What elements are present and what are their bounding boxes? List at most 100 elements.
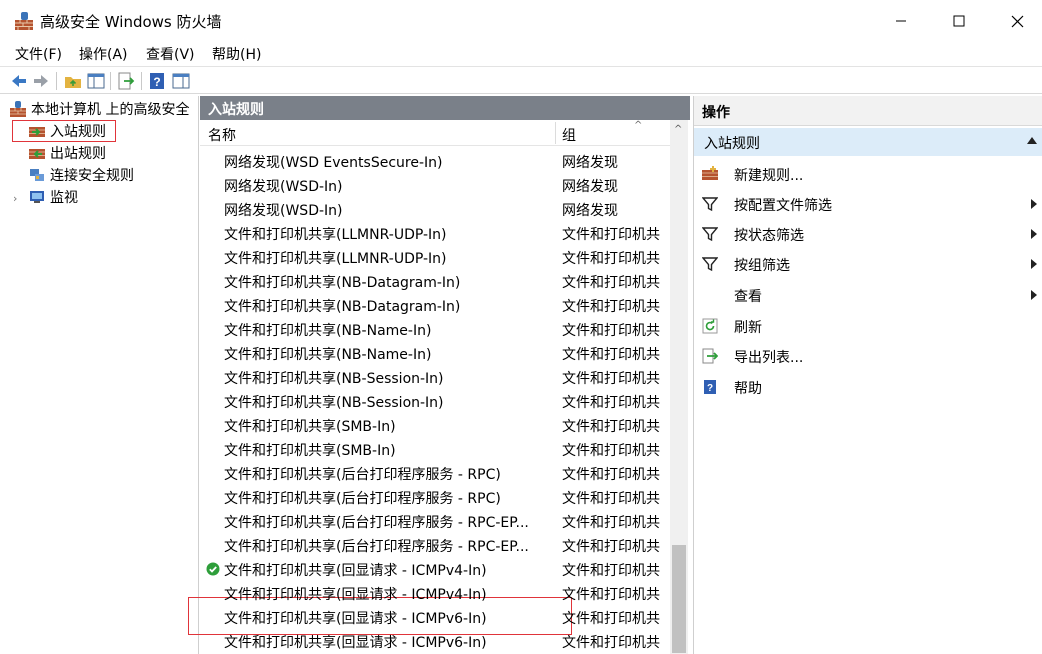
minimize-button[interactable] <box>872 0 930 42</box>
connection-security-icon <box>30 169 44 181</box>
action-item[interactable]: ? 帮助 <box>694 372 1042 402</box>
scrollbar-thumb[interactable] <box>672 545 686 653</box>
back-icon[interactable] <box>9 71 29 91</box>
rule-name: 文件和打印机共享(回显请求 - ICMPv6-In) <box>224 635 487 651</box>
export-list-icon <box>702 348 719 364</box>
title-bar: 高级安全 Windows 防火墙 <box>0 0 1042 42</box>
tree-root[interactable]: 本地计算机 上的高级安全 <box>10 98 189 120</box>
table-row[interactable]: 网络发现(WSD-In) 网络发现 <box>200 197 668 221</box>
rule-name: 文件和打印机共享(NB-Name-In) <box>224 323 432 339</box>
action-label: 导出列表... <box>734 350 804 366</box>
table-row[interactable]: 文件和打印机共享(LLMNR-UDP-In) 文件和打印机共 <box>200 245 668 269</box>
table-row[interactable]: 网络发现(WSD-In) 网络发现 <box>200 173 668 197</box>
action-item[interactable]: 导出列表... <box>694 341 1042 371</box>
rule-group: 文件和打印机共 <box>562 563 660 579</box>
action-item[interactable]: 按组筛选 <box>694 249 1042 279</box>
actions-section-inbound[interactable]: 入站规则 <box>694 128 1042 156</box>
help-icon[interactable]: ? <box>147 71 167 91</box>
rule-name: 文件和打印机共享(回显请求 - ICMPv6-In) <box>224 611 487 627</box>
maximize-button[interactable] <box>930 0 988 42</box>
scroll-up-icon[interactable]: ^ <box>674 124 682 135</box>
menu-view[interactable]: 查看(V) <box>146 44 195 64</box>
rule-name: 文件和打印机共享(LLMNR-UDP-In) <box>224 227 447 243</box>
table-row[interactable]: 文件和打印机共享(回显请求 - ICMPv6-In) 文件和打印机共 <box>200 605 668 629</box>
close-button[interactable] <box>988 0 1042 42</box>
show-hide-action-pane-icon[interactable] <box>171 71 191 91</box>
table-row[interactable]: 文件和打印机共享(回显请求 - ICMPv4-In) 文件和打印机共 <box>200 581 668 605</box>
rule-group: 文件和打印机共 <box>562 491 660 507</box>
table-row[interactable]: 网络发现(WSD EventsSecure-In) 网络发现 <box>200 149 668 173</box>
rule-group: 网络发现 <box>562 155 618 171</box>
tree-item-monitor[interactable]: 监视 <box>29 186 78 208</box>
action-item[interactable]: 查看 <box>694 280 1042 310</box>
pane-header: 入站规则 <box>200 96 690 120</box>
rule-name: 网络发现(WSD-In) <box>224 203 343 219</box>
export-icon[interactable] <box>116 71 136 91</box>
expand-chevron-icon[interactable]: › <box>13 192 17 205</box>
toolbar: ? <box>0 66 1042 94</box>
filter-icon <box>701 226 719 242</box>
table-row[interactable]: 文件和打印机共享(后台打印程序服务 - RPC) 文件和打印机共 <box>200 485 668 509</box>
column-divider[interactable] <box>555 122 556 144</box>
actions-header: 操作 <box>694 96 1042 126</box>
rule-group: 文件和打印机共 <box>562 635 660 651</box>
table-row[interactable]: 文件和打印机共享(LLMNR-UDP-In) 文件和打印机共 <box>200 221 668 245</box>
menu-action[interactable]: 操作(A) <box>79 44 128 64</box>
menu-help[interactable]: 帮助(H) <box>212 44 261 64</box>
menu-file[interactable]: 文件(F) <box>15 44 62 64</box>
forward-icon[interactable] <box>31 71 51 91</box>
action-label: 按配置文件筛选 <box>734 198 832 214</box>
tree-item-label: 出站规则 <box>50 146 106 162</box>
monitor-icon <box>30 191 44 203</box>
column-header-group[interactable]: 组 <box>562 125 576 145</box>
rules-list-pane: 入站规则 名称 组 ^ 网络发现(WSD EventsSecure-In) 网络发… <box>188 96 690 654</box>
action-item[interactable]: 新建规则... <box>694 159 1042 189</box>
tree-item-label: 连接安全规则 <box>50 168 134 184</box>
table-row[interactable]: 文件和打印机共享(后台打印程序服务 - RPC-EP... 文件和打印机共 <box>200 509 668 533</box>
rule-name: 文件和打印机共享(NB-Session-In) <box>224 371 444 387</box>
rule-group: 文件和打印机共 <box>562 275 660 291</box>
outbound-rules-icon <box>29 149 45 159</box>
up-folder-icon[interactable] <box>63 71 83 91</box>
tree-item-outbound-rules[interactable]: 出站规则 <box>29 142 106 164</box>
table-row[interactable]: 文件和打印机共享(回显请求 - ICMPv6-In) 文件和打印机共 <box>200 629 668 653</box>
table-row[interactable]: 文件和打印机共享(后台打印程序服务 - RPC) 文件和打印机共 <box>200 461 668 485</box>
action-item[interactable]: 按状态筛选 <box>694 219 1042 249</box>
tree-item-label: 监视 <box>50 190 78 206</box>
action-item[interactable]: 按配置文件筛选 <box>694 189 1042 219</box>
table-row[interactable]: 文件和打印机共享(NB-Datagram-In) 文件和打印机共 <box>200 269 668 293</box>
enabled-check-icon <box>206 562 220 576</box>
tree-item-inbound-rules[interactable]: 入站规则 <box>29 120 106 142</box>
rule-name: 文件和打印机共享(回显请求 - ICMPv4-In) <box>224 563 487 579</box>
column-header-name[interactable]: 名称 <box>208 125 236 145</box>
rule-name: 文件和打印机共享(LLMNR-UDP-In) <box>224 251 447 267</box>
rule-name: 文件和打印机共享(后台打印程序服务 - RPC) <box>224 467 501 483</box>
table-row[interactable]: 文件和打印机共享(NB-Session-In) 文件和打印机共 <box>200 389 668 413</box>
rule-group: 文件和打印机共 <box>562 419 660 435</box>
tree-item-label: 入站规则 <box>50 124 106 140</box>
tree-item-connection-security[interactable]: 连接安全规则 <box>29 164 134 186</box>
submenu-arrow-icon <box>1031 259 1037 269</box>
rule-group: 文件和打印机共 <box>562 539 660 555</box>
table-row[interactable]: 文件和打印机共享(NB-Name-In) 文件和打印机共 <box>200 341 668 365</box>
table-row[interactable]: 文件和打印机共享(后台打印程序服务 - RPC-EP... 文件和打印机共 <box>200 533 668 557</box>
minimize-icon <box>896 20 906 22</box>
menu-bar: 文件(F) 操作(A) 查看(V) 帮助(H) <box>0 42 1042 66</box>
toolbar-divider <box>56 72 57 90</box>
action-item[interactable]: 刷新 <box>694 311 1042 341</box>
actions-section-label: 入站规则 <box>704 136 760 152</box>
rule-group: 文件和打印机共 <box>562 371 660 387</box>
table-row[interactable]: 文件和打印机共享(NB-Datagram-In) 文件和打印机共 <box>200 293 668 317</box>
maximize-icon <box>953 15 965 27</box>
table-row[interactable]: 文件和打印机共享(NB-Name-In) 文件和打印机共 <box>200 317 668 341</box>
table-row[interactable]: 文件和打印机共享(回显请求 - ICMPv4-In) 文件和打印机共 <box>200 557 668 581</box>
table-row[interactable]: 文件和打印机共享(SMB-In) 文件和打印机共 <box>200 413 668 437</box>
svg-text:?: ? <box>153 75 160 89</box>
table-row[interactable]: 文件和打印机共享(SMB-In) 文件和打印机共 <box>200 437 668 461</box>
firewall-app-icon <box>15 12 33 30</box>
show-hide-tree-icon[interactable] <box>86 71 106 91</box>
table-row[interactable]: 文件和打印机共享(NB-Session-In) 文件和打印机共 <box>200 365 668 389</box>
navigation-tree: 本地计算机 上的高级安全 入站规则 出站规则 连接安全规则 › 监视 <box>0 96 199 654</box>
collapse-caret-icon[interactable] <box>1027 137 1037 144</box>
vertical-scrollbar[interactable]: ^ <box>670 120 688 654</box>
